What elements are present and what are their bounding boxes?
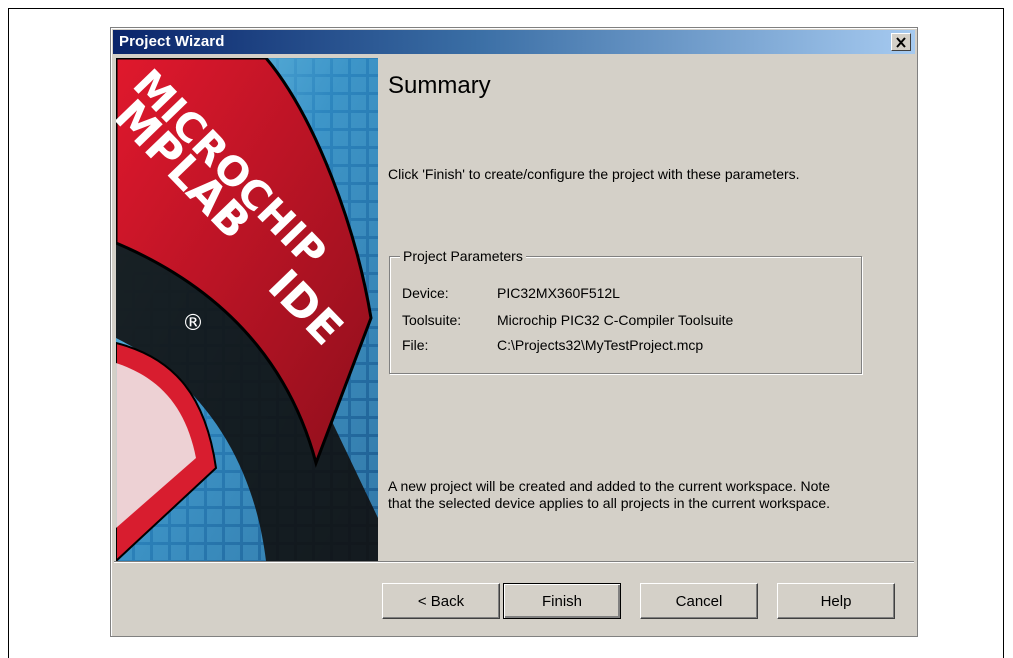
note-text: A new project will be created and added …	[388, 478, 831, 511]
page-heading: Summary	[388, 72, 491, 99]
cancel-button[interactable]: Cancel	[640, 583, 758, 619]
banner-artwork: MICROCHIP MPLAB IDE ®	[116, 58, 378, 561]
param-value: C:\Projects32\MyTestProject.mcp	[497, 337, 704, 353]
group-title: Project Parameters	[400, 248, 526, 264]
param-label: Device:	[402, 285, 449, 301]
help-button[interactable]: Help	[777, 583, 895, 619]
instruction-text: Click 'Finish' to create/configure the p…	[388, 166, 800, 182]
project-parameters-group: Project Parameters Device: PIC32MX360F51…	[389, 248, 862, 374]
param-value: PIC32MX360F512L	[497, 285, 620, 301]
close-icon	[896, 36, 906, 48]
close-button[interactable]	[891, 33, 911, 51]
param-label: Toolsuite:	[402, 312, 462, 328]
registered-mark: ®	[182, 311, 204, 336]
param-label: File:	[402, 337, 429, 353]
project-wizard-dialog: Project Wizard MICROCHIP MPLAB IDE ® Sum…	[110, 27, 918, 637]
finish-button[interactable]: Finish	[503, 583, 621, 619]
back-button[interactable]: < Back	[382, 583, 500, 619]
param-value: Microchip PIC32 C-Compiler Toolsuite	[497, 312, 734, 328]
title-bar[interactable]: Project Wizard	[113, 30, 915, 54]
button-separator	[114, 561, 914, 563]
window-title: Project Wizard	[119, 33, 225, 50]
mplab-banner-image: MICROCHIP MPLAB IDE ®	[116, 58, 378, 561]
wizard-content: Summary Click 'Finish' to create/configu…	[378, 58, 913, 561]
